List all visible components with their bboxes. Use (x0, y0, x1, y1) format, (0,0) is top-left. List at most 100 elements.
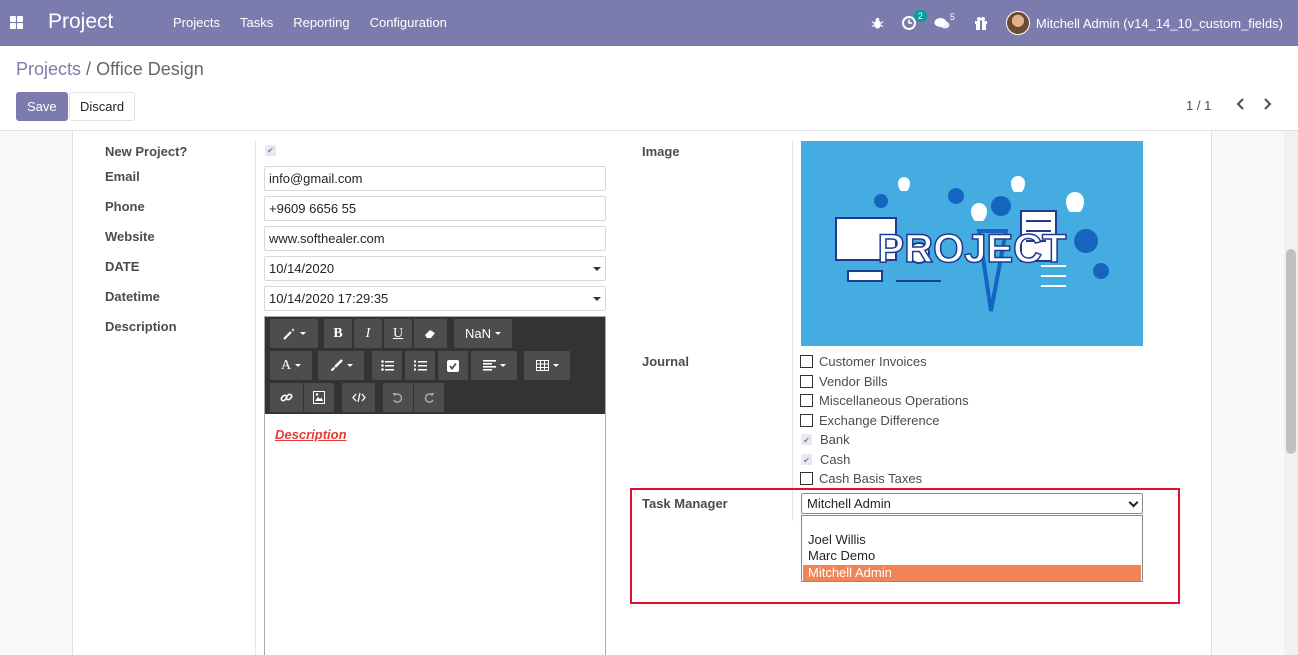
apps-menu-icon[interactable] (10, 16, 23, 29)
highlight-brush-icon[interactable] (318, 351, 364, 380)
breadcrumb-projects-link[interactable]: Projects (16, 59, 81, 79)
journal-option-label: Customer Invoices (819, 353, 927, 369)
pager-value[interactable]: 1 / 1 (1186, 98, 1211, 113)
journal-checkbox[interactable] (800, 354, 813, 368)
phone-field[interactable]: +9609 6656 55 (264, 196, 606, 221)
checklist-icon[interactable] (438, 351, 468, 380)
description-editor: B I U NaN A Description (264, 316, 606, 655)
date-value: 10/14/2020 (269, 261, 335, 276)
journal-checkbox[interactable] (800, 393, 813, 407)
image-insert-icon[interactable] (304, 383, 334, 412)
bold-button[interactable]: B (324, 319, 352, 348)
paragraph-align-icon[interactable] (471, 351, 517, 380)
ordered-list-icon[interactable] (405, 351, 435, 380)
task-manager-value: Mitchell Admin (807, 496, 891, 511)
email-field[interactable]: info@gmail.com (264, 166, 606, 191)
pager-next-icon[interactable] (1263, 97, 1273, 116)
eraser-icon[interactable] (414, 319, 447, 348)
task-manager-option-empty[interactable] (803, 516, 1141, 532)
editor-content[interactable]: Description (275, 427, 347, 442)
user-name[interactable]: Mitchell Admin (v14_14_10_custom_fields) (1036, 16, 1283, 31)
journal-label: Journal (642, 354, 689, 369)
date-field[interactable]: 10/14/2020 (264, 256, 606, 281)
pager-previous-icon[interactable] (1235, 97, 1245, 116)
breadcrumb-current: Office Design (96, 59, 204, 79)
journal-option-bank[interactable]: ✔ Bank (800, 431, 850, 447)
gift-icon[interactable] (974, 16, 988, 30)
date-dropdown-caret-icon[interactable] (593, 267, 601, 271)
project-image[interactable]: PROJECT (801, 141, 1143, 346)
font-size-value: NaN (464, 326, 491, 341)
menu-item-tasks[interactable]: Tasks (230, 15, 283, 30)
menu-item-configuration[interactable]: Configuration (360, 15, 457, 30)
table-insert-icon[interactable] (524, 351, 570, 380)
task-manager-label: Task Manager (642, 496, 728, 511)
journal-option-exchange-difference[interactable]: Exchange Difference (800, 412, 939, 428)
journal-option-misc-operations[interactable]: Miscellaneous Operations (800, 392, 969, 408)
journal-option-cash[interactable]: ✔ Cash (800, 451, 850, 467)
journal-option-label: Exchange Difference (819, 412, 940, 428)
datetime-field[interactable]: 10/14/2020 17:29:35 (264, 286, 606, 311)
discard-button[interactable]: Discard (69, 92, 136, 121)
app-title[interactable]: Project (48, 10, 113, 34)
phone-label: Phone (105, 199, 145, 214)
journal-option-label: Cash Basis Taxes (819, 470, 923, 486)
messages-count-badge: 5 (949, 11, 955, 22)
datetime-label: Datetime (105, 289, 160, 304)
left-group-divider (255, 141, 256, 655)
font-color-button[interactable]: A (270, 351, 312, 380)
new-project-label: New Project? (105, 144, 188, 159)
task-manager-select[interactable]: Mitchell Admin (801, 493, 1143, 514)
journal-checkbox[interactable] (800, 374, 813, 388)
magic-wand-style-icon[interactable] (270, 319, 318, 348)
chevron-down-icon[interactable] (1128, 497, 1139, 508)
journal-option-cash-basis-taxes[interactable]: Cash Basis Taxes (800, 470, 922, 486)
task-manager-option-joel-willis[interactable]: Joel Willis (803, 532, 1141, 548)
website-label: Website (105, 229, 155, 244)
save-button[interactable]: Save (16, 92, 68, 121)
journal-checkbox[interactable] (800, 471, 813, 485)
activity-clock-icon[interactable]: 2 (901, 10, 927, 30)
journal-option-vendor-bills[interactable]: Vendor Bills (800, 373, 888, 389)
journal-checkbox[interactable] (800, 413, 813, 427)
project-image-text: PROJECT (878, 227, 1067, 271)
new-project-checkbox[interactable]: ✔ (265, 145, 276, 156)
activity-count-badge: 2 (913, 10, 927, 22)
journal-option-label: Cash (820, 451, 851, 467)
journal-option-customer-invoices[interactable]: Customer Invoices (800, 353, 927, 369)
main-menu: Projects Tasks Reporting Configuration (163, 15, 457, 30)
redo-icon[interactable] (414, 383, 444, 412)
debug-bug-icon[interactable] (871, 17, 884, 30)
breadcrumb: Projects / Office Design (16, 59, 204, 80)
task-manager-dropdown: Joel Willis Marc Demo Mitchell Admin (801, 515, 1143, 582)
control-panel: Projects / Office Design Save Discard 1 … (0, 46, 1298, 131)
datetime-dropdown-caret-icon[interactable] (593, 297, 601, 301)
unordered-list-icon[interactable] (372, 351, 402, 380)
italic-button[interactable]: I (354, 319, 382, 348)
messages-chat-icon[interactable]: 5 (934, 12, 955, 30)
scrollbar[interactable] (1284, 131, 1298, 655)
user-avatar[interactable] (1005, 11, 1030, 35)
menu-item-projects[interactable]: Projects (163, 15, 230, 30)
journal-checkbox-checked[interactable]: ✔ (801, 433, 812, 445)
systray: 2 5 Mitchell Admin (v14_14_10_custom_fie… (871, 0, 1298, 46)
website-field[interactable]: www.softhealer.com (264, 226, 606, 251)
journal-option-label: Bank (820, 431, 850, 447)
editor-toolbar: B I U NaN A (265, 317, 605, 414)
task-manager-option-marc-demo[interactable]: Marc Demo (803, 548, 1141, 564)
right-group-divider (792, 141, 793, 521)
top-navbar: Project Projects Tasks Reporting Configu… (0, 0, 1298, 46)
font-size-dropdown[interactable]: NaN (454, 319, 512, 348)
task-manager-option-mitchell-admin[interactable]: Mitchell Admin (803, 565, 1141, 581)
link-icon[interactable] (270, 383, 303, 412)
menu-item-reporting[interactable]: Reporting (283, 15, 359, 30)
code-view-icon[interactable] (342, 383, 375, 412)
image-label: Image (642, 144, 680, 159)
journal-option-label: Miscellaneous Operations (819, 392, 969, 408)
breadcrumb-separator: / (86, 59, 92, 79)
undo-icon[interactable] (383, 383, 413, 412)
scrollbar-thumb[interactable] (1286, 249, 1296, 454)
underline-button[interactable]: U (384, 319, 412, 348)
font-color-label: A (280, 357, 292, 373)
journal-checkbox-checked[interactable]: ✔ (801, 453, 812, 465)
